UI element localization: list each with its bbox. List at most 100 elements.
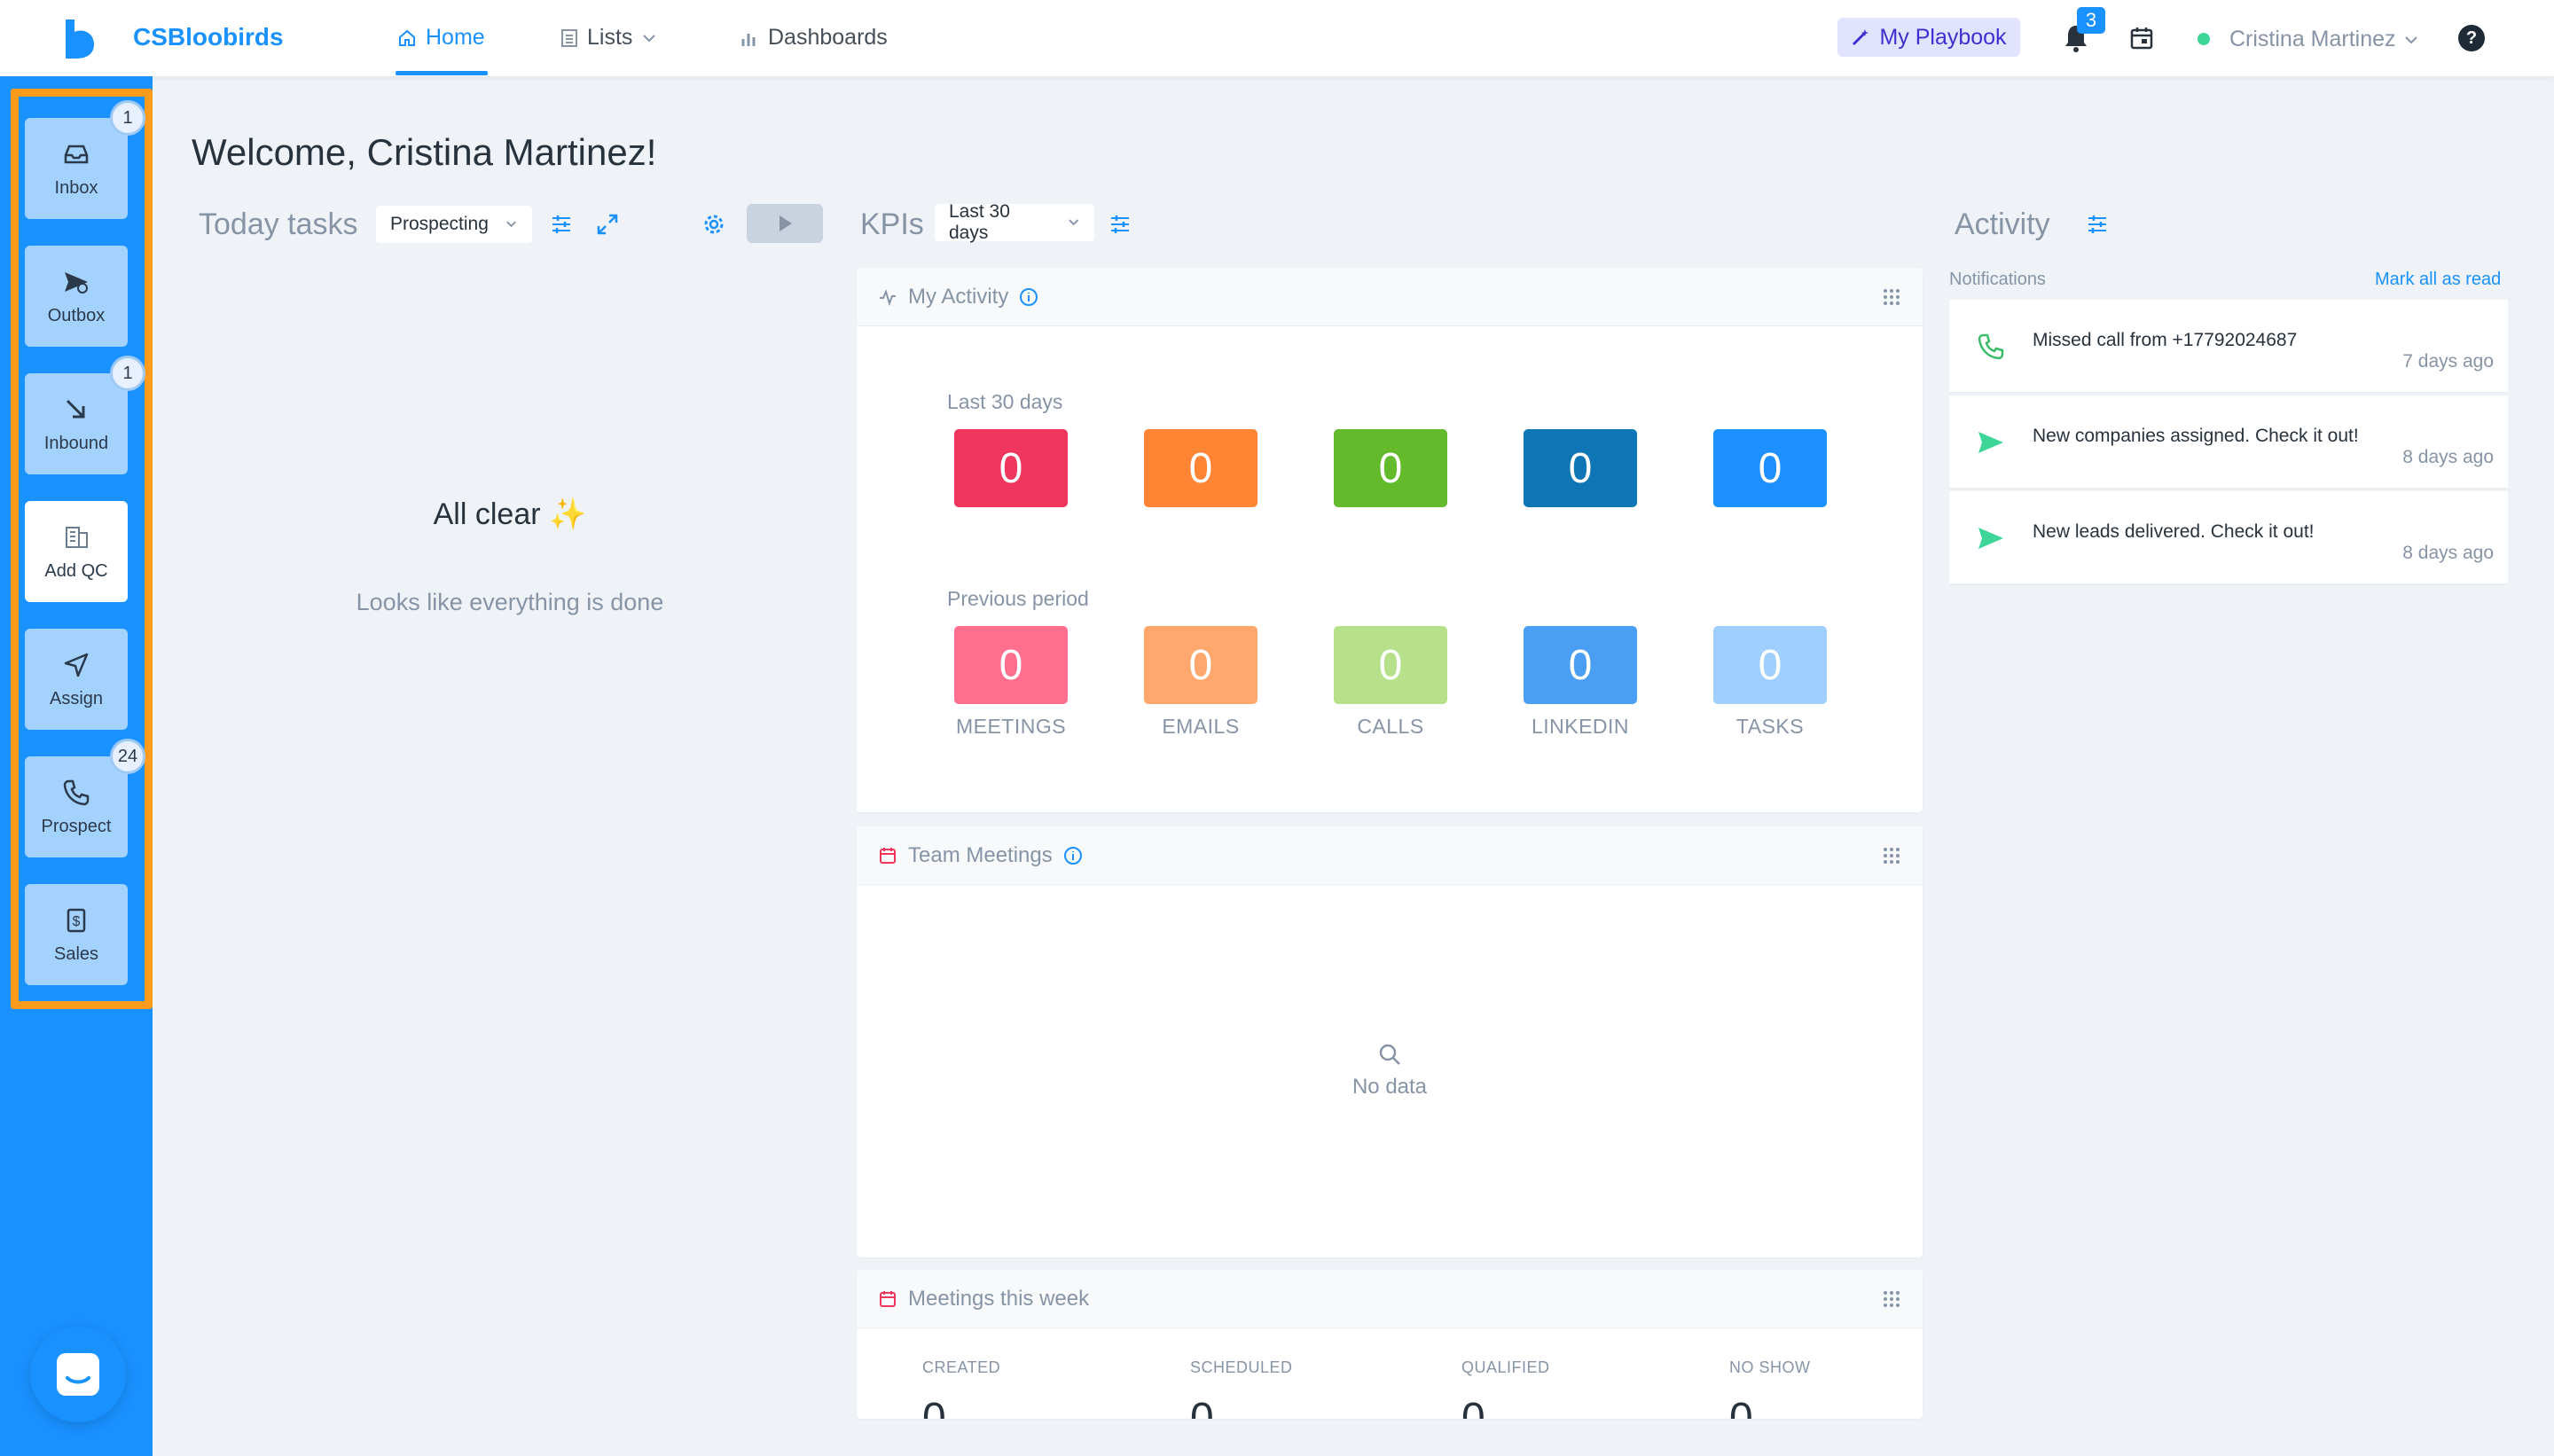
dollar-document-icon: $ (67, 908, 86, 932)
week-col-no-show: NO SHOW (1729, 1358, 1811, 1376)
kpi-label-meetings: MEETINGS (955, 715, 1067, 738)
sidebar-item-prospect[interactable]: Prospect (25, 756, 128, 857)
linkedin-previous-value[interactable]: 0 (1524, 626, 1637, 704)
notification-text: Missed call from +17792024687 (2033, 330, 2298, 350)
info-icon[interactable] (1019, 287, 1038, 307)
info-icon[interactable] (1063, 846, 1083, 865)
tasks-previous-value[interactable]: 0 (1713, 626, 1827, 704)
pulse-icon (880, 288, 896, 306)
team-meetings-header: Team Meetings (857, 826, 1923, 885)
kpis-title: KPIs (860, 207, 924, 241)
sliders-icon[interactable] (548, 211, 575, 238)
start-tasks-button[interactable] (747, 204, 823, 243)
help-icon[interactable]: ? (2458, 25, 2485, 51)
magic-wand-icon (1853, 29, 1869, 46)
online-status-dot (2198, 33, 2210, 45)
phone-icon (1978, 333, 2004, 360)
card-title: My Activity (908, 284, 1009, 309)
notification-time: 8 days ago (2402, 543, 2494, 563)
nav-lists-label: Lists (587, 25, 633, 50)
sidebar-item-sales[interactable]: $ Sales (25, 884, 128, 985)
support-chat-button[interactable] (30, 1327, 126, 1422)
list-icon (561, 28, 577, 47)
sidebar-item-label: Add QC (44, 560, 108, 581)
arrow-down-right-icon (66, 399, 85, 418)
tasks-filter-dropdown[interactable]: Prospecting (376, 206, 532, 243)
nav-home[interactable]: Home (397, 25, 485, 51)
activity-title: Activity (1955, 207, 2050, 241)
kpi-label-tasks: TASKS (1735, 715, 1805, 738)
meetings-previous-value[interactable]: 0 (954, 626, 1068, 704)
week-value-qualified: 0 (1461, 1395, 1485, 1419)
empty-state-subtitle: Looks like everything is done (356, 589, 664, 615)
my-activity-header: My Activity (857, 268, 1923, 326)
tasks-title: Today tasks (199, 207, 358, 241)
sidebar-item-outbox[interactable]: Outbox (25, 246, 128, 347)
tasks-current-value[interactable]: 0 (1713, 429, 1827, 507)
notifications-label: Notifications (1949, 270, 2046, 289)
kpi-label-linkedin: LINKEDIN (1531, 715, 1630, 738)
navigation-arrow-icon (64, 653, 89, 677)
send-icon (1978, 432, 2003, 453)
nav-home-label: Home (426, 25, 485, 50)
notification-text: New companies assigned. Check it out! (2033, 426, 2359, 446)
meetings-week-card: Meetings this week CREATED SCHEDULED QUA… (857, 1270, 1923, 1419)
sliders-icon[interactable] (1107, 211, 1133, 238)
kpi-label-emails: EMAILS (1162, 715, 1240, 738)
notification-time: 8 days ago (2402, 447, 2494, 467)
my-playbook-button[interactable]: My Playbook (1837, 18, 2020, 57)
chevron-down-icon (1068, 219, 1078, 226)
sidebar-item-label: Inbox (54, 177, 98, 198)
sidebar-item-inbox[interactable]: Inbox (25, 118, 128, 219)
emails-previous-value[interactable]: 0 (1144, 626, 1257, 704)
page-title: Welcome, Cristina Martinez! (192, 131, 657, 173)
week-col-scheduled: SCHEDULED (1190, 1358, 1293, 1376)
chevron-down-icon (643, 34, 656, 42)
bar-chart-icon (741, 33, 756, 46)
user-name: Cristina Martinez (2229, 27, 2396, 51)
drag-handle-icon[interactable] (1882, 846, 1901, 865)
calls-current-value[interactable]: 0 (1334, 429, 1447, 507)
calendar-icon (880, 847, 896, 864)
nav-dashboards[interactable]: Dashboards (740, 25, 888, 51)
card-title: Meetings this week (908, 1286, 1090, 1311)
brand-name[interactable]: CSBloobirds (133, 23, 284, 51)
sliders-icon[interactable] (2084, 211, 2111, 238)
sidebar-item-label: Prospect (41, 816, 112, 836)
bloobirds-logo-icon[interactable] (62, 20, 98, 59)
emails-current-value[interactable]: 0 (1144, 429, 1257, 507)
week-col-created: CREATED (922, 1358, 1001, 1376)
previous-period-label: Previous period (947, 587, 1089, 610)
top-navbar: CSBloobirds Home Lists Dashboards My Pla… (0, 0, 2554, 76)
home-icon (399, 29, 415, 46)
nav-active-underline (396, 71, 488, 75)
sidebar-item-assign[interactable]: Assign (25, 629, 128, 730)
inbox-count-badge: 1 (110, 100, 145, 136)
notification-item[interactable]: New leads delivered. Check it out! 8 day… (1949, 491, 2508, 585)
sidebar-item-add-qc[interactable]: Add QC (25, 501, 128, 602)
mark-all-read-link[interactable]: Mark all as read (2375, 270, 2501, 290)
chevron-down-icon (2404, 35, 2417, 43)
team-meetings-card: Team Meetings No data (857, 826, 1923, 1257)
notification-item[interactable]: New companies assigned. Check it out! 8 … (1949, 395, 2508, 489)
sparkles-icon: ✨ (549, 497, 587, 531)
drag-handle-icon[interactable] (1882, 1289, 1901, 1309)
expand-icon[interactable] (594, 211, 621, 238)
linkedin-current-value[interactable]: 0 (1524, 429, 1637, 507)
calendar-icon[interactable] (2128, 25, 2155, 51)
notifications-badge: 3 (2077, 7, 2105, 34)
nav-lists[interactable]: Lists (560, 25, 657, 51)
drag-handle-icon[interactable] (1882, 287, 1901, 307)
sidebar-item-label: Assign (49, 688, 104, 708)
sidebar-item-inbound[interactable]: Inbound (25, 373, 128, 474)
week-value-scheduled: 0 (1190, 1395, 1214, 1419)
kpis-range-dropdown[interactable]: Last 30 days (935, 201, 1094, 243)
user-menu[interactable]: Cristina Martinez (2229, 27, 2419, 52)
inbound-count-badge: 1 (110, 356, 145, 391)
notification-item[interactable]: Missed call from +17792024687 7 days ago (1949, 300, 2508, 394)
gear-icon[interactable] (701, 211, 727, 238)
calls-previous-value[interactable]: 0 (1334, 626, 1447, 704)
chevron-down-icon (506, 221, 516, 228)
meetings-current-value[interactable]: 0 (954, 429, 1068, 507)
my-activity-card: My Activity Last 30 days 0 0 0 0 0 Previ… (857, 268, 1923, 812)
